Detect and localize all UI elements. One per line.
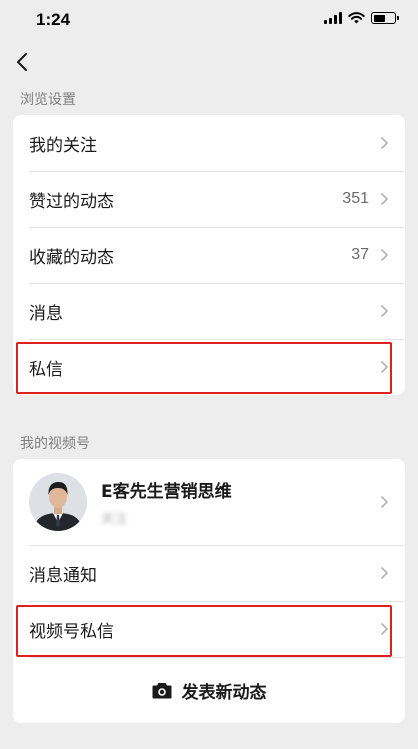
post-button-label: 发表新动态 bbox=[181, 682, 267, 703]
row-liked-posts[interactable]: 赞过的动态 351 bbox=[13, 171, 405, 227]
row-messages[interactable]: 消息 bbox=[13, 283, 405, 339]
row-label: 私信 bbox=[29, 359, 63, 380]
cellular-signal-icon bbox=[324, 12, 342, 24]
chevron-right-icon bbox=[380, 495, 389, 509]
back-button[interactable] bbox=[12, 48, 36, 76]
row-label: 收藏的动态 bbox=[29, 247, 114, 268]
chevron-right-icon bbox=[380, 304, 389, 318]
row-label: 视频号私信 bbox=[29, 621, 114, 642]
wifi-icon bbox=[348, 12, 365, 24]
row-label: 消息通知 bbox=[29, 565, 97, 586]
channel-card: E客先生营销思维 关注 消息通知 视频号私信 发表新动态 bbox=[13, 459, 405, 723]
status-time: 1:24 bbox=[36, 10, 71, 29]
chevron-right-icon bbox=[380, 622, 389, 636]
chevron-right-icon bbox=[380, 192, 389, 206]
status-icons bbox=[324, 12, 399, 24]
status-bar: 1:24 bbox=[0, 0, 418, 40]
chevron-right-icon bbox=[380, 360, 389, 374]
chevron-right-icon bbox=[380, 248, 389, 262]
follow-count-blurred: 关注 bbox=[101, 512, 128, 527]
row-favorited-posts[interactable]: 收藏的动态 37 bbox=[13, 227, 405, 283]
row-channel-private-messages[interactable]: 视频号私信 bbox=[13, 601, 405, 657]
channel-name: E客先生营销思维 bbox=[101, 482, 232, 502]
section-title-browse: 浏览设置 bbox=[20, 92, 76, 108]
liked-count: 351 bbox=[342, 190, 369, 207]
camera-icon bbox=[152, 682, 171, 698]
row-message-notifications[interactable]: 消息通知 bbox=[13, 545, 405, 601]
favorited-count: 37 bbox=[351, 246, 369, 263]
row-my-follows[interactable]: 我的关注 bbox=[13, 115, 405, 171]
section-title-channel: 我的视频号 bbox=[20, 436, 90, 452]
row-label: 我的关注 bbox=[29, 135, 97, 156]
chevron-right-icon bbox=[380, 136, 389, 150]
row-label: 消息 bbox=[29, 303, 63, 324]
channel-profile-row[interactable]: E客先生营销思维 关注 bbox=[13, 459, 405, 545]
row-label: 赞过的动态 bbox=[29, 191, 114, 212]
row-private-messages[interactable]: 私信 bbox=[13, 339, 405, 395]
post-new-update-button[interactable]: 发表新动态 bbox=[13, 657, 405, 723]
browse-settings-card: 我的关注 赞过的动态 351 收藏的动态 37 消息 私信 bbox=[13, 115, 405, 395]
battery-icon bbox=[371, 12, 399, 24]
chevron-right-icon bbox=[380, 566, 389, 580]
chevron-left-icon bbox=[17, 53, 27, 71]
profile-info: E客先生营销思维 关注 bbox=[101, 477, 232, 527]
avatar bbox=[29, 473, 87, 531]
